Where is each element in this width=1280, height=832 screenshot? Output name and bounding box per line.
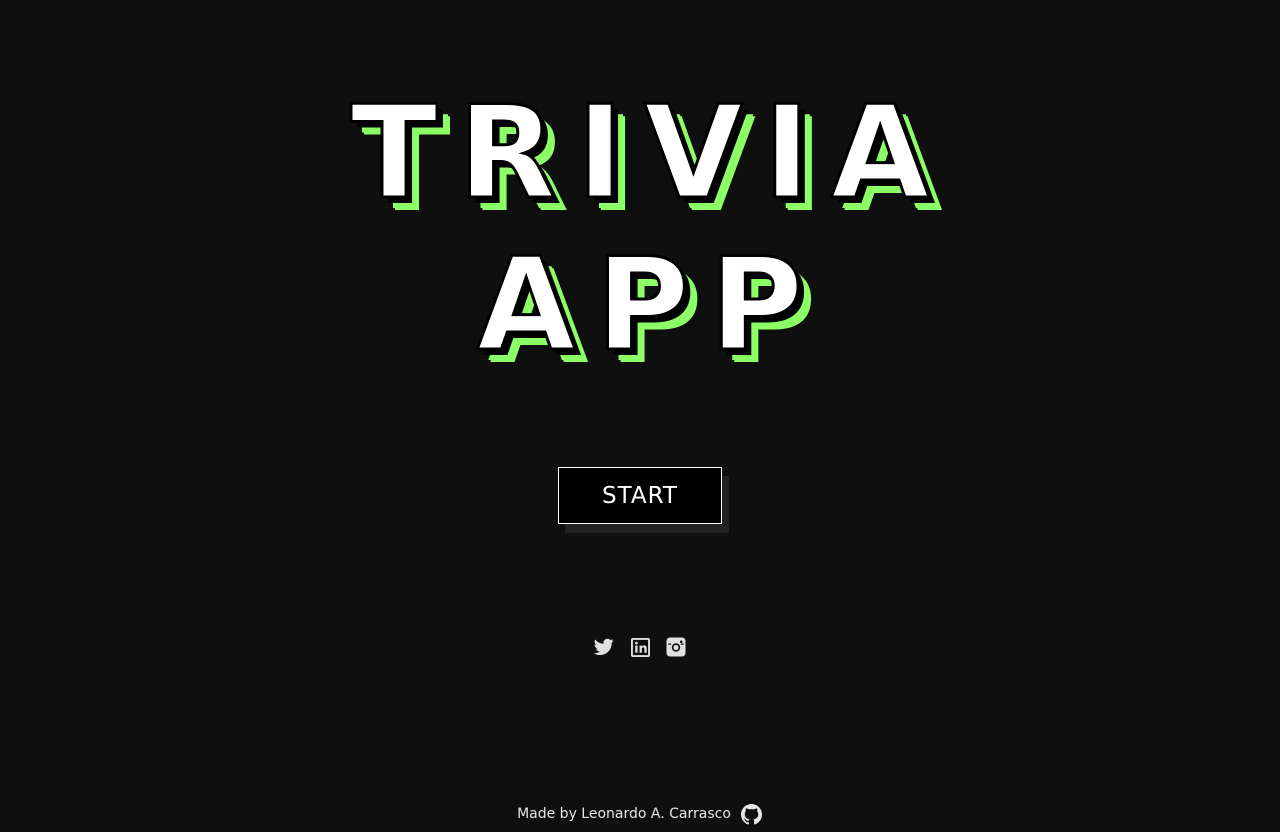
app-title-line-2: APP [475,230,824,382]
github-icon [741,803,763,824]
twitter-icon [594,638,614,655]
author-credit: Made by Leonardo A. Carrasco [517,806,731,822]
start-button[interactable]: START [558,467,722,524]
app-title-line-1: TRIVIA [349,78,950,230]
footer: Made by Leonardo A. Carrasco [0,803,1280,825]
start-button-container: START [558,467,729,533]
instagram-link[interactable] [666,636,686,658]
linkedin-link[interactable] [630,636,650,658]
github-link[interactable] [741,803,763,825]
app-title: TRIVIA APP [0,78,1280,382]
twitter-link[interactable] [594,636,614,658]
social-links [0,636,1280,658]
linkedin-icon [630,637,650,657]
instagram-icon [666,637,686,657]
